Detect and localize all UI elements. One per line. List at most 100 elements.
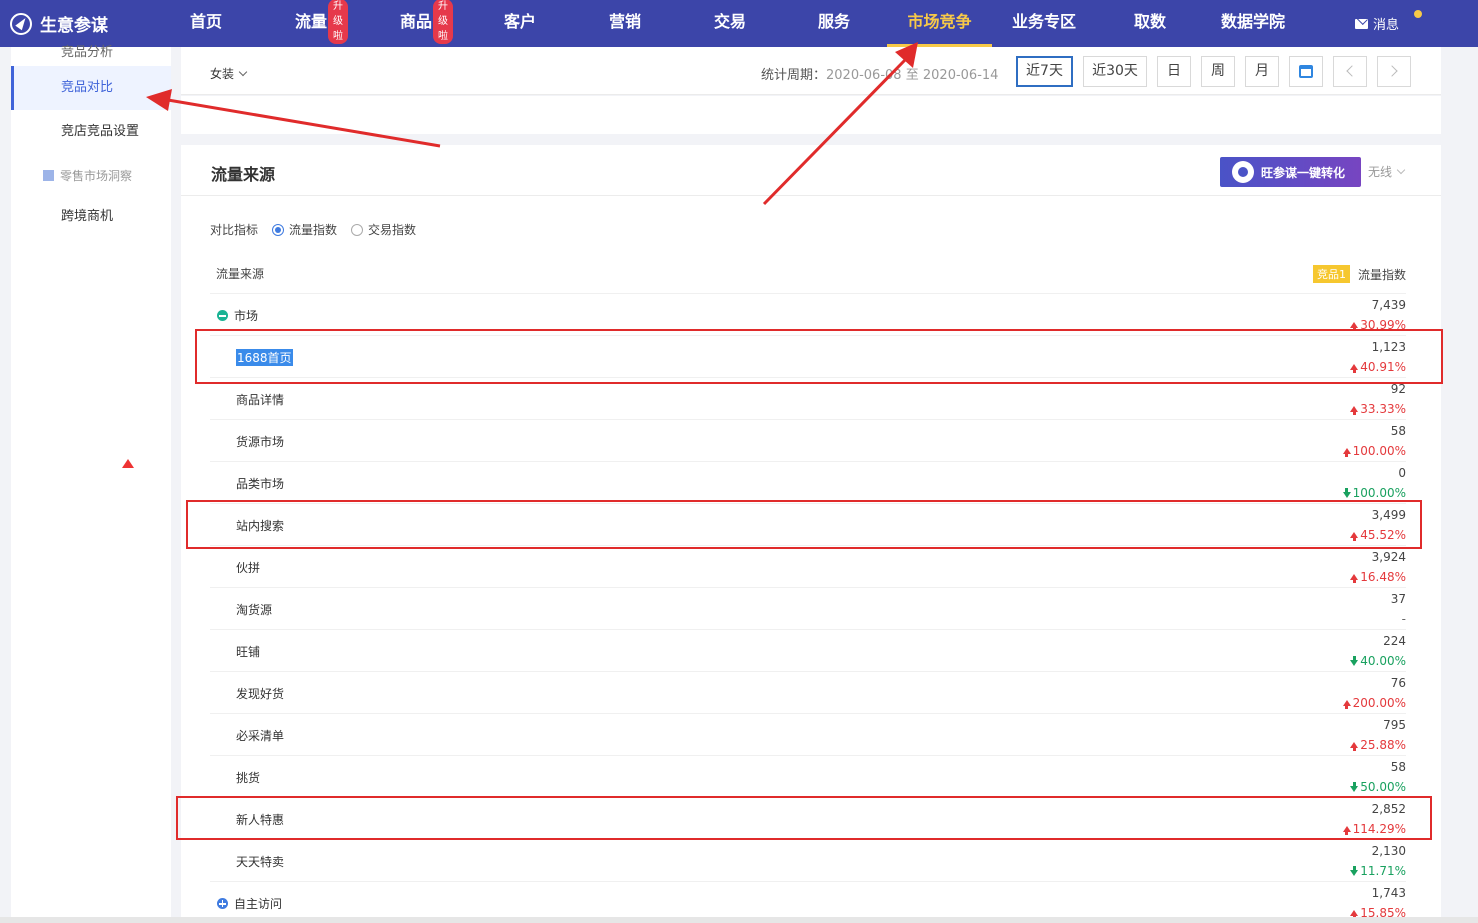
- table-row[interactable]: 伙拼 3,924 16.48%: [210, 545, 1406, 587]
- nav-item-service[interactable]: 服务: [808, 0, 860, 47]
- arrow-up-icon: [1350, 742, 1359, 751]
- radio-traffic-index[interactable]: 流量指数: [272, 221, 337, 238]
- sidebar-item-competitor-settings[interactable]: 竞店竞品设置: [11, 121, 171, 143]
- row-change: 11.71%: [1350, 863, 1406, 879]
- row-change-value: 200.00%: [1352, 696, 1406, 710]
- chevron-left-icon: [1346, 65, 1358, 77]
- row-source-label: 发现好货: [236, 685, 284, 702]
- nav-item-data-academy[interactable]: 数据学院: [1215, 0, 1291, 47]
- arrow-down-icon: [1342, 488, 1351, 498]
- row-source-label: 市场: [217, 307, 258, 324]
- row-change-value: 11.71%: [1360, 864, 1406, 878]
- chevron-down-icon: [1396, 165, 1406, 174]
- blank-band: [181, 96, 1441, 134]
- calendar-button[interactable]: [1289, 56, 1323, 87]
- sidebar-group-label: 零售市场洞察: [60, 169, 133, 183]
- table-row[interactable]: 必采清单 795 25.88%: [210, 713, 1406, 755]
- nav-item-data-fetch[interactable]: 取数: [1124, 0, 1176, 47]
- row-source-label: 货源市场: [236, 433, 284, 450]
- range-day-button[interactable]: 日: [1157, 56, 1191, 87]
- sidebar: 竞品分析 竞品对比 竞店竞品设置 零售市场洞察 跨境商机: [11, 45, 171, 923]
- table-row[interactable]: 淘货源 37 -: [210, 587, 1406, 629]
- sidebar-item-label: 跨境商机: [61, 209, 114, 224]
- table-row[interactable]: 天天特卖 2,130 11.71%: [210, 839, 1406, 881]
- row-label-text: 必采清单: [236, 729, 285, 743]
- competitor-tag: 竞品1: [1312, 265, 1350, 283]
- row-source-label: 挑货: [236, 769, 260, 786]
- table-row[interactable]: 旺铺 224 40.00%: [210, 629, 1406, 671]
- row-value: 7,439: [1371, 298, 1406, 312]
- messages-link[interactable]: 消息: [1355, 0, 1399, 47]
- category-value: 女装: [210, 67, 235, 81]
- row-source-label: 商品详情: [236, 391, 284, 408]
- annotation-box-newcomer-deal: [176, 796, 1432, 840]
- row-label-text: 商品详情: [236, 393, 285, 407]
- row-change: 16.48%: [1350, 569, 1406, 585]
- row-label-text: 伙拼: [236, 561, 261, 575]
- sidebar-item-competitor-compare[interactable]: 竞品对比: [11, 66, 171, 110]
- radio-trade-index[interactable]: 交易指数: [351, 221, 416, 238]
- row-source-label: 自主访问: [217, 895, 282, 912]
- radio-checked-icon: [272, 223, 285, 236]
- sidebar-item-competitor-analysis[interactable]: 竞品分析: [61, 41, 113, 60]
- chevron-right-icon: [1386, 65, 1398, 77]
- category-select[interactable]: 女装: [210, 65, 248, 82]
- row-change-value: 33.33%: [1360, 402, 1406, 416]
- row-change: 33.33%: [1350, 401, 1406, 417]
- row-label-text: 自主访问: [234, 897, 283, 911]
- nav-item-goods[interactable]: 商品 升级啦: [390, 0, 453, 47]
- arrow-up-icon: [1350, 406, 1359, 415]
- sidebar-group-retail-insight[interactable]: 零售市场洞察: [43, 167, 132, 184]
- nav-item-marketing[interactable]: 营销: [599, 0, 651, 47]
- nav-item-business-zone[interactable]: 业务专区: [1006, 0, 1082, 47]
- envelope-icon: [1355, 18, 1368, 29]
- device-select[interactable]: 无线: [1368, 163, 1406, 180]
- sidebar-item-cross-border[interactable]: 跨境商机: [11, 206, 171, 228]
- compass-logo-icon: [10, 12, 32, 35]
- range-30-days-button[interactable]: 近30天: [1083, 56, 1147, 87]
- metric-label: 流量指数: [1357, 267, 1406, 282]
- divider: [181, 195, 1441, 196]
- sidebar-item-label: 竞店竞品设置: [61, 124, 140, 139]
- row-source-label: 必采清单: [236, 727, 284, 744]
- nav-item-home[interactable]: 首页: [180, 0, 232, 47]
- radio-unchecked-icon: [351, 223, 364, 236]
- brand[interactable]: 生意参谋: [10, 0, 108, 47]
- next-period-button[interactable]: [1377, 56, 1411, 87]
- range-month-button[interactable]: 月: [1245, 56, 1279, 87]
- table-row[interactable]: 发现好货 76 200.00%: [210, 671, 1406, 713]
- collapse-icon[interactable]: [217, 310, 228, 321]
- messages-label: 消息: [1373, 18, 1400, 33]
- row-value: 76: [1390, 676, 1406, 690]
- row-change-value: -: [1401, 612, 1406, 626]
- expand-icon[interactable]: [217, 898, 228, 909]
- compare-label: 对比指标: [210, 223, 259, 237]
- row-change-value: 100.00%: [1352, 486, 1406, 500]
- row-change-value: 25.88%: [1360, 738, 1406, 752]
- row-label-text: 挑货: [236, 771, 261, 785]
- row-change-value: 16.48%: [1360, 570, 1406, 584]
- table-row[interactable]: 品类市场 0 100.00%: [210, 461, 1406, 503]
- nav-item-customers[interactable]: 客户: [494, 0, 546, 47]
- period-start: 2020-06-08: [826, 68, 902, 83]
- table-row[interactable]: 货源市场 58 100.00%: [210, 419, 1406, 461]
- upgrade-badge: 升级啦: [328, 0, 348, 44]
- nav-item-market-competition[interactable]: 市场竞争: [887, 0, 992, 47]
- row-change: -: [1402, 611, 1406, 627]
- range-7-days-button[interactable]: 近7天: [1016, 56, 1073, 87]
- table-row[interactable]: 挑货 58 50.00%: [210, 755, 1406, 797]
- range-week-button[interactable]: 周: [1201, 56, 1235, 87]
- sidebar-item-label: 竞品对比: [61, 80, 114, 95]
- nav-item-traffic[interactable]: 流量 升级啦: [285, 0, 348, 47]
- arrow-down-icon: [1350, 782, 1359, 792]
- row-source-label: 伙拼: [236, 559, 260, 576]
- row-value: 58: [1390, 424, 1406, 438]
- notification-dot: [1414, 10, 1422, 18]
- nav-item-trade[interactable]: 交易: [704, 0, 756, 47]
- column-header-metric: 竞品1 流量指数: [1312, 265, 1406, 283]
- one-click-convert-button[interactable]: 旺参谋一键转化: [1220, 157, 1361, 187]
- top-nav: 生意参谋 首页 流量 升级啦 商品 升级啦 客户 营销 交易 服务 市场竞争 业务专…: [0, 0, 1478, 47]
- prev-period-button[interactable]: [1333, 56, 1367, 87]
- row-change-value: 50.00%: [1360, 780, 1406, 794]
- row-value: 2,130: [1371, 844, 1406, 858]
